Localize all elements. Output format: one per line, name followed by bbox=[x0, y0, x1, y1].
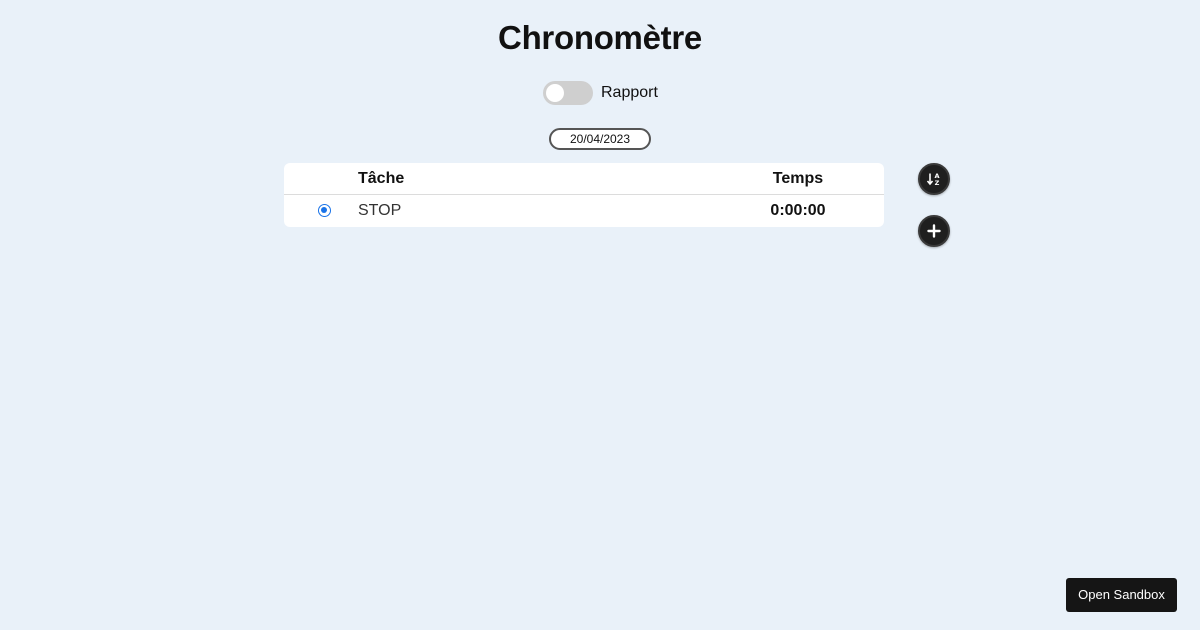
report-toggle-label: Rapport bbox=[601, 84, 658, 101]
add-task-button[interactable] bbox=[918, 215, 950, 247]
report-toggle-row: Rapport bbox=[543, 81, 658, 105]
task-radio[interactable] bbox=[318, 204, 331, 217]
date-input[interactable] bbox=[549, 128, 651, 150]
report-toggle[interactable] bbox=[543, 81, 593, 105]
page-title: Chronomètre bbox=[498, 19, 702, 56]
task-time: 0:00:00 bbox=[770, 202, 826, 219]
sort-button[interactable]: A Z bbox=[918, 163, 950, 195]
radio-selected-dot bbox=[321, 207, 327, 213]
open-sandbox-button[interactable]: Open Sandbox bbox=[1066, 578, 1177, 612]
column-header-time: Temps bbox=[772, 170, 824, 187]
sort-alpha-down-icon: A Z bbox=[926, 172, 940, 187]
page: Chronomètre Rapport Tâche Temps STOP 0:0… bbox=[0, 0, 1200, 630]
toggle-knob bbox=[546, 84, 564, 102]
task-table: Tâche Temps STOP 0:00:00 bbox=[284, 163, 884, 227]
column-header-task: Tâche bbox=[358, 170, 405, 187]
svg-text:Z: Z bbox=[935, 179, 940, 187]
table-header-row: Tâche Temps bbox=[284, 163, 884, 195]
plus-icon bbox=[927, 224, 941, 238]
task-name: STOP bbox=[358, 202, 402, 219]
table-row[interactable]: STOP 0:00:00 bbox=[284, 195, 884, 227]
